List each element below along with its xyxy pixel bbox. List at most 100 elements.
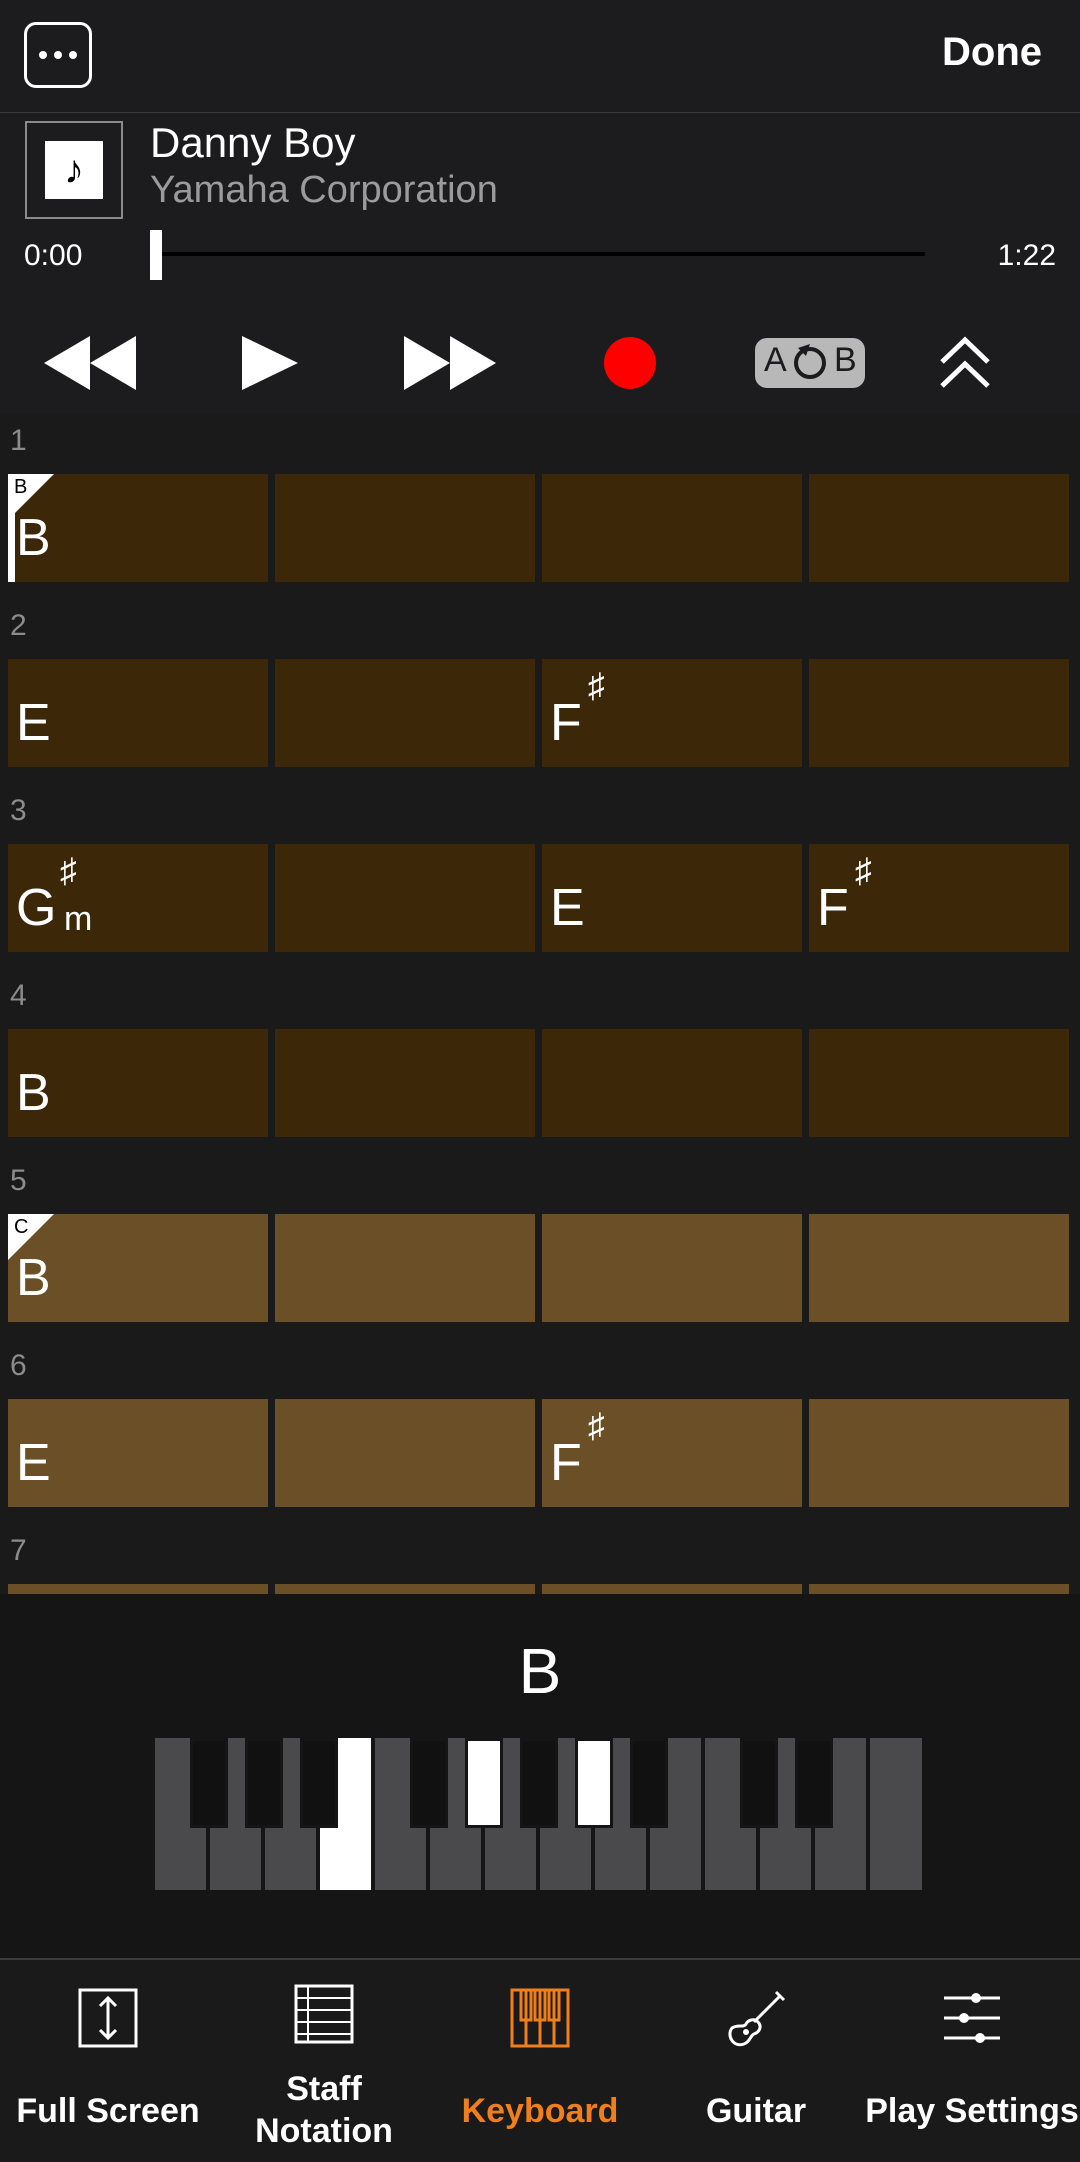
nav-label: Keyboard bbox=[461, 2092, 619, 2130]
song-artist: Yamaha Corporation bbox=[150, 169, 498, 211]
sharp-symbol: ♯ bbox=[60, 852, 77, 890]
song-title: Danny Boy bbox=[150, 119, 356, 166]
measure-number: 5 bbox=[10, 1164, 27, 1197]
black-key bbox=[245, 1738, 283, 1828]
black-key bbox=[190, 1738, 228, 1828]
dot-icon bbox=[69, 51, 77, 59]
fast-forward-icon bbox=[404, 336, 496, 390]
play-icon bbox=[242, 336, 298, 390]
chord-cell[interactable] bbox=[809, 474, 1069, 582]
black-key bbox=[630, 1738, 668, 1828]
chord-root: F bbox=[817, 879, 849, 937]
chord-root: F bbox=[550, 694, 582, 752]
chord-label: E bbox=[16, 694, 51, 752]
ab-repeat-button[interactable]: A B bbox=[754, 313, 866, 413]
collapse-button[interactable] bbox=[930, 313, 1000, 413]
chord-label: E bbox=[550, 879, 585, 937]
keyboard-icon bbox=[510, 1988, 570, 2048]
measure-number: 2 bbox=[10, 609, 27, 642]
dot-icon bbox=[39, 51, 47, 59]
measure-number: 3 bbox=[10, 794, 27, 827]
chord-cell[interactable] bbox=[275, 1399, 535, 1507]
section-marker-label: C bbox=[14, 1216, 29, 1238]
chord-cell[interactable] bbox=[542, 1214, 802, 1322]
progress-track[interactable] bbox=[155, 252, 925, 256]
song-thumbnail: ♪ bbox=[25, 121, 123, 219]
double-chevron-up-icon bbox=[940, 336, 990, 388]
chord-cell[interactable] bbox=[542, 1029, 802, 1137]
chord-cell[interactable] bbox=[275, 1214, 535, 1322]
rewind-icon bbox=[44, 336, 136, 390]
transport-controls: A B bbox=[0, 313, 1080, 413]
chord-cell[interactable]: B C bbox=[8, 1214, 268, 1322]
chord-cell[interactable] bbox=[542, 1584, 802, 1594]
total-time: 1:22 bbox=[997, 239, 1056, 272]
nav-staff-notation[interactable]: Staff Notation bbox=[216, 1960, 432, 2160]
chord-cell[interactable] bbox=[809, 1214, 1069, 1322]
ab-label-a: A bbox=[764, 341, 787, 379]
more-options-button[interactable] bbox=[24, 22, 92, 88]
white-key bbox=[870, 1738, 922, 1890]
nav-label: Guitar bbox=[705, 2092, 807, 2130]
music-note-icon: ♪ bbox=[45, 141, 103, 199]
black-key-highlighted bbox=[575, 1738, 613, 1828]
chord-cell[interactable] bbox=[542, 474, 802, 582]
nav-play-settings[interactable]: Play Settings bbox=[864, 1960, 1080, 2160]
black-key bbox=[410, 1738, 448, 1828]
top-bar: Done bbox=[0, 0, 1080, 113]
nav-label: Full Screen bbox=[16, 2092, 200, 2130]
black-key bbox=[740, 1738, 778, 1828]
chord-cell[interactable]: E bbox=[8, 1399, 268, 1507]
chord-cell[interactable]: F ♯ bbox=[542, 1399, 802, 1507]
chord-cell[interactable] bbox=[8, 1584, 268, 1594]
done-button[interactable]: Done bbox=[942, 30, 1042, 75]
bottom-navigation: Full Screen Staff Notation Keyboard Guit… bbox=[0, 1958, 1080, 2162]
black-key bbox=[520, 1738, 558, 1828]
black-key bbox=[795, 1738, 833, 1828]
chord-cell[interactable] bbox=[809, 1584, 1069, 1594]
chord-cell[interactable]: B B bbox=[8, 474, 268, 582]
sharp-symbol: ♯ bbox=[588, 1407, 605, 1445]
black-key-highlighted bbox=[465, 1738, 503, 1828]
elapsed-time: 0:00 bbox=[24, 239, 83, 272]
fast-forward-button[interactable] bbox=[400, 313, 500, 413]
black-key bbox=[300, 1738, 338, 1828]
full-screen-icon bbox=[78, 1988, 138, 2048]
progress-slider-thumb[interactable] bbox=[150, 230, 162, 280]
chord-cell[interactable]: G ♯ m bbox=[8, 844, 268, 952]
measure-number: 6 bbox=[10, 1349, 27, 1382]
chord-cell[interactable] bbox=[275, 844, 535, 952]
nav-full-screen[interactable]: Full Screen bbox=[0, 1960, 216, 2160]
guitar-icon bbox=[728, 1990, 786, 2047]
staff-notation-icon bbox=[294, 1984, 354, 2044]
dot-icon bbox=[54, 51, 62, 59]
record-button[interactable] bbox=[598, 313, 662, 413]
chord-cell[interactable]: B bbox=[8, 1029, 268, 1137]
piano-keyboard bbox=[155, 1738, 922, 1890]
nav-label-line2: Notation bbox=[255, 2112, 393, 2150]
chord-cell[interactable] bbox=[809, 1029, 1069, 1137]
chord-cell[interactable] bbox=[809, 659, 1069, 767]
song-panel: ♪ Danny Boy Yamaha Corporation 0:00 1:22 bbox=[0, 113, 1080, 413]
chord-cell[interactable] bbox=[275, 1029, 535, 1137]
chord-cell[interactable] bbox=[275, 659, 535, 767]
measure-number: 4 bbox=[10, 979, 27, 1012]
chord-cell[interactable]: F ♯ bbox=[809, 844, 1069, 952]
chord-grid: 1 B B 2 E F ♯ 3 G ♯ m E F ♯ 4 B 5 B C 6 … bbox=[0, 414, 1080, 1594]
nav-label: Play Settings bbox=[865, 2092, 1079, 2130]
chord-cell[interactable]: F ♯ bbox=[542, 659, 802, 767]
nav-guitar[interactable]: Guitar bbox=[648, 1960, 864, 2160]
play-button[interactable] bbox=[230, 313, 310, 413]
chord-cell[interactable] bbox=[275, 474, 535, 582]
chord-label: B bbox=[16, 1064, 51, 1122]
playback-cursor bbox=[8, 474, 15, 582]
chord-root: F bbox=[550, 1434, 582, 1492]
sharp-symbol: ♯ bbox=[855, 852, 872, 890]
chord-cell[interactable]: E bbox=[542, 844, 802, 952]
chord-cell[interactable]: E bbox=[8, 659, 268, 767]
chord-cell[interactable] bbox=[275, 1584, 535, 1594]
nav-keyboard[interactable]: Keyboard bbox=[432, 1960, 648, 2160]
chord-cell[interactable] bbox=[809, 1399, 1069, 1507]
rewind-button[interactable] bbox=[40, 313, 140, 413]
chord-label: E bbox=[16, 1434, 51, 1492]
